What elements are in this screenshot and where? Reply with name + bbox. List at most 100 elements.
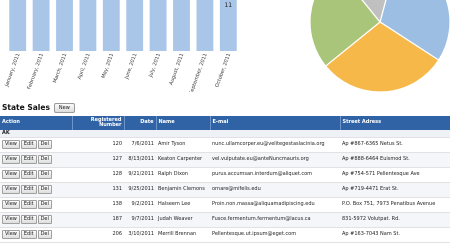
address-cell: P.O. Box 751, 7973 Penatibus Avenue [340,197,450,213]
row-actions: View Edit Del [0,137,72,153]
delete-button[interactable]: Del [37,185,52,194]
row-actions: View Edit Del [0,182,72,198]
address-cell: Ap #163-7043 Nam St. [340,227,450,243]
col-header-registered-number[interactable]: Registered Number [72,116,125,130]
registered-number-cell: 120 [72,137,124,153]
bar-6 [126,0,144,51]
group-label: AK [0,130,450,138]
table-row: View Edit Del 187 9/7/2011 Judah Weaver Fusce.… [0,212,450,228]
table-header-row: Action Registered Number Date Name E-mai… [0,116,450,130]
bar-3 [56,0,73,51]
name-cell: Amir Tyson [156,137,210,153]
bar-4 [79,0,97,51]
new-button[interactable]: New [53,102,75,113]
name-cell: Judah Weaver [156,212,210,228]
name-cell: Merrill Brennan [156,227,210,243]
address-cell: Ap #867-6365 Netus St. [340,137,450,153]
x-tick-label: February, 2011 [26,53,45,91]
email-cell: Fusce.fermentum.fermentum@lacus.ca [210,212,340,228]
edit-button[interactable]: Edit [20,170,37,179]
view-button[interactable]: View [2,155,20,164]
view-button[interactable]: View [2,230,20,239]
x-tick-label: September, 2011 [188,53,209,92]
col-header-action[interactable]: Action [0,116,73,130]
registered-number-cell: 187 [72,212,124,228]
x-tick-label: July, 2011 [147,53,161,79]
registered-number-cell: 131 [72,182,124,198]
name-cell: Halseem Lee [156,197,210,213]
x-tick-label: October, 2011 [214,53,232,89]
x-tick-label: January, 2011 [4,53,22,89]
state-sales-header: State Sales New [2,102,75,113]
address-cell: Ap #888-6464 Euismod St. [340,152,450,168]
bar-data-label: 11 [224,2,232,9]
registered-number-cell: 128 [72,167,124,183]
delete-button[interactable]: Del [37,170,52,179]
table-row: View Edit Del 127 8/13/2011 Keaton Carpenter v… [0,152,450,168]
col-header-date[interactable]: Date [124,116,157,130]
monthly-bar-chart: January, 2011 12 February, 2011 March, 2011… [0,0,250,92]
x-tick-label: August, 2011 [168,53,185,86]
table-row: View Edit Del 138 9/2/2011 Halseem Lee Proin.n… [0,197,450,213]
date-cell: 8/13/2011 [124,152,156,168]
col-header-name[interactable]: Name [156,116,211,130]
group-row: AK [0,130,450,138]
edit-button[interactable]: Edit [20,230,37,239]
view-button[interactable]: View [2,215,20,224]
email-cell: nunc.ullamcorper.eu@velitegestaslacinia.… [210,137,340,153]
view-button[interactable]: View [2,140,20,149]
edit-button[interactable]: Edit [20,215,37,224]
date-cell: 9/25/2011 [124,182,156,198]
view-button[interactable]: View [2,185,20,194]
date-cell: 9/7/2011 [124,212,156,228]
row-actions: View Edit Del [0,197,72,213]
delete-button[interactable]: Del [37,200,52,209]
edit-button[interactable]: Edit [20,140,37,149]
row-actions: View Edit Del [0,227,72,243]
delete-button[interactable]: Del [37,215,52,224]
edit-button[interactable]: Edit [20,185,37,194]
bar-8 [173,0,190,51]
x-tick-label: May, 2011 [101,53,116,80]
x-tick-label: April, 2011 [77,53,92,81]
view-button[interactable]: View [2,200,20,209]
email-cell: vel.vulputate.eu@anteNuncmauris.org [210,152,340,168]
address-cell: Ap #754-571 Pellentesque Ave [340,167,450,183]
name-cell: Ralph Dixon [156,167,210,183]
address-cell: Ap #719-4471 Erat St. [340,182,450,198]
col-header-email[interactable]: E-mai [210,116,341,130]
pie-chart-svg [309,0,450,92]
registered-number-cell: 127 [72,152,124,168]
bar-data-label: 12 [37,0,45,1]
bar-1 [9,0,27,51]
view-button[interactable]: View [2,170,20,179]
date-cell: 3/10/2011 [124,227,156,243]
email-cell: ornare@mifelis.edu [210,182,340,198]
edit-button[interactable]: Edit [20,200,37,209]
delete-button[interactable]: Del [37,140,52,149]
row-actions: View Edit Del [0,212,72,228]
bar-chart-svg: January, 2011 12 February, 2011 March, 2011… [4,0,237,92]
registered-number-cell: 206 [72,227,124,243]
registered-number-cell: 138 [72,197,124,213]
name-cell: Keaton Carpenter [156,152,210,168]
state-sales-table: Action Registered Number Date Name E-mai… [0,116,450,243]
table-row: View Edit Del 120 7/6/2011 Amir Tyson nunc.ull… [0,137,450,153]
pie-chart [270,0,450,92]
email-cell: Pellentesque.ut.ipsum@eget.com [210,227,340,243]
bar-5 [102,0,120,51]
edit-button[interactable]: Edit [20,155,37,164]
address-cell: 831-5972 Volutpat. Rd. [340,212,450,228]
email-cell: Proin.non.massa@aliquamadipiscing.edu [210,197,340,213]
date-cell: 9/2/2011 [124,197,156,213]
row-actions: View Edit Del [0,152,72,168]
delete-button[interactable]: Del [37,230,52,239]
delete-button[interactable]: Del [37,155,52,164]
col-header-street-address[interactable]: Street Adress [340,116,450,130]
date-cell: 9/21/2011 [124,167,156,183]
x-tick-label: March, 2011 [52,53,68,84]
table-row: View Edit Del 206 3/10/2011 Merrill Brennan Pe… [0,227,450,243]
bar-7 [149,0,167,51]
bar-2 [32,0,50,51]
row-actions: View Edit Del [0,167,72,183]
